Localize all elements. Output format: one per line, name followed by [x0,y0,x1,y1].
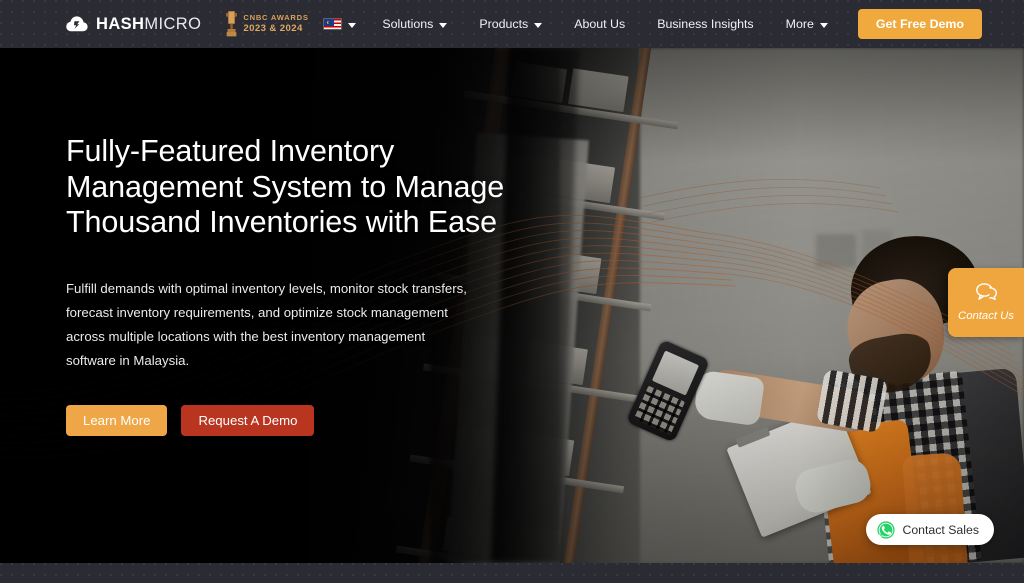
contact-us-tab[interactable]: Contact Us [948,268,1024,337]
logo-wordmark: HASHMICRO [96,15,201,34]
nav-item-about-us[interactable]: About Us [558,0,641,48]
logo-bold-text: HASH [96,14,145,33]
chat-bubbles-icon [975,283,997,305]
hero-content: Fully-Featured Inventory Management Syst… [66,134,536,436]
nav-item-business-insights[interactable]: Business Insights [641,0,769,48]
language-selector[interactable] [323,0,366,48]
page-bottom-strip [0,563,1024,583]
cloud-icon [66,16,88,32]
nav-item-solutions[interactable]: Solutions [366,0,463,48]
chevron-down-icon [439,22,448,28]
contact-sales-label: Contact Sales [902,522,979,537]
chevron-down-icon [534,22,543,28]
site-header: HASHMICRO CNBC AWARDS 2023 & 2024 Soluti… [0,0,1024,48]
main-navigation: Solutions Products About Us Business Ins… [323,0,982,48]
nav-item-more[interactable]: More [770,0,844,48]
award-years: 2023 & 2024 [243,22,303,34]
contact-us-label: Contact Us [958,310,1014,322]
malaysia-flag-icon [323,18,343,30]
chevron-down-icon [819,22,828,28]
nav-label-solutions: Solutions [382,17,434,31]
hero-section: Fully-Featured Inventory Management Syst… [0,48,1024,563]
learn-more-button[interactable]: Learn More [66,404,168,436]
logo-light-text: MICRO [144,14,202,33]
brand-zone: HASHMICRO CNBC AWARDS 2023 & 2024 [66,11,309,37]
nav-label-business-insights: Business Insights [657,17,754,31]
nav-label-about-us: About Us [574,17,626,31]
trophy-icon [225,11,238,37]
whatsapp-contact-sales-button[interactable]: Contact Sales [866,514,994,545]
cnbc-award-badge: CNBC AWARDS 2023 & 2024 [225,11,308,37]
nav-label-more: More [785,17,814,31]
get-free-demo-button[interactable]: Get Free Demo [857,9,982,39]
logo-hashmicro[interactable]: HASHMICRO [66,15,201,34]
page-root: HASHMICRO CNBC AWARDS 2023 & 2024 Soluti… [0,0,1024,583]
request-a-demo-button[interactable]: Request A Demo [181,404,315,436]
chevron-down-icon [348,22,357,28]
hero-title: Fully-Featured Inventory Management Syst… [66,134,505,239]
award-text: CNBC AWARDS 2023 & 2024 [243,12,309,34]
hero-cta-group: Learn More Request A Demo [66,404,536,436]
nav-label-products: Products [479,17,529,31]
whatsapp-icon [877,520,896,539]
award-title: CNBC AWARDS [243,12,309,22]
hero-subtitle: Fulfill demands with optimal inventory l… [66,280,467,368]
nav-item-products[interactable]: Products [463,0,558,48]
